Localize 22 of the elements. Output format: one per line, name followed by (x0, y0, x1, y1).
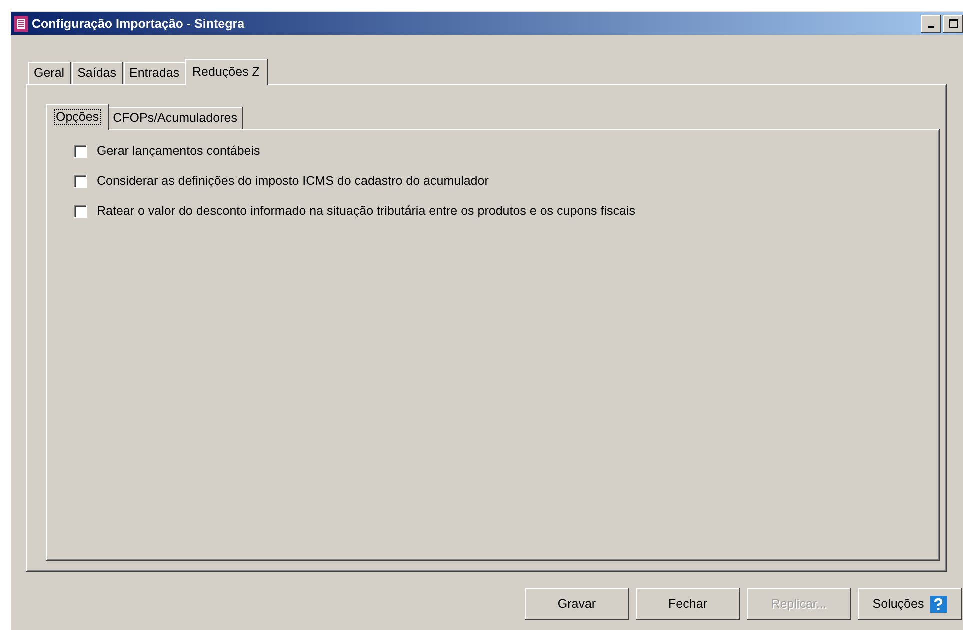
minimize-button[interactable] (921, 14, 941, 32)
action-button[interactable]: Fechar (636, 588, 740, 620)
maximize-button[interactable] (943, 14, 963, 32)
maximize-icon (948, 19, 958, 28)
checkbox[interactable] (74, 204, 87, 218)
document-icon (14, 16, 28, 32)
checkbox-label: Considerar as definições do imposto ICMS do cadastro do acumulador (97, 174, 489, 188)
tab[interactable]: Saídas (72, 62, 122, 84)
window-title: Configuração Importação - Sintegra (32, 16, 245, 30)
action-button[interactable]: Gravar (525, 588, 629, 620)
solutions-button[interactable]: Soluções (858, 588, 962, 620)
tab[interactable]: Opções (46, 104, 110, 130)
checkbox-label: Ratear o valor do desconto informado na situação tributária entre os produtos e os cupons fiscais (97, 204, 636, 218)
checkbox-label: Gerar lançamentos contábeis (97, 144, 260, 158)
tab[interactable]: Geral (28, 62, 71, 84)
checkbox[interactable] (74, 144, 87, 158)
tab[interactable]: CFOPs/Acumuladores (107, 107, 244, 129)
tab[interactable]: Entradas (124, 62, 186, 84)
help-icon (930, 596, 948, 612)
tab[interactable]: Reduções Z (184, 59, 268, 85)
checkbox[interactable] (74, 174, 87, 188)
minimize-icon (928, 26, 934, 28)
